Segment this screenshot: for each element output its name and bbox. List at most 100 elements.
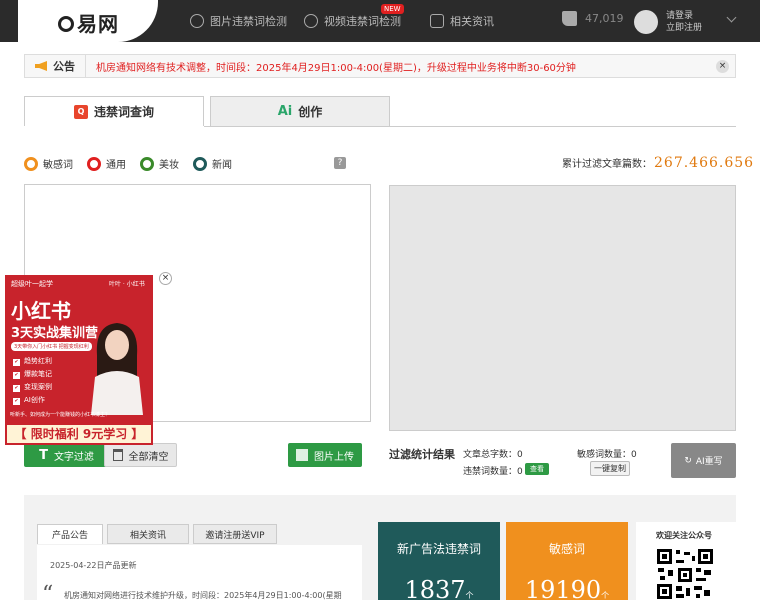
ad-feature: 变现案例 <box>13 383 52 391</box>
result-output <box>389 185 736 431</box>
total-value: 267.466.656 <box>654 155 755 171</box>
chevron-down-icon[interactable] <box>726 12 737 23</box>
floating-ad[interactable]: 超级叶一起学 叶叶 · 小红书 小红书 3天实战集训营 3天带你入门小红书 把握… <box>5 275 153 445</box>
close-icon[interactable]: × <box>716 60 729 73</box>
card-unit: 个 <box>465 591 474 600</box>
ad-brand: 超级叶一起学 <box>11 280 53 288</box>
category-radios: 敏感词 通用 美妆 新闻 <box>24 156 232 171</box>
notice-label: 公告 <box>53 60 75 73</box>
ai-rewrite-button[interactable]: ↻ AI重写 <box>671 443 736 478</box>
image-scan-icon <box>190 14 204 28</box>
nav-news[interactable]: 相关资讯 <box>430 13 494 29</box>
tab-label: 产品公告 <box>51 531 88 541</box>
new-badge: NEW <box>381 4 404 14</box>
radio-dot <box>140 156 154 171</box>
radio-label: 敏感词 <box>43 160 73 171</box>
tab-label: 创作 <box>298 105 323 119</box>
image-upload-button[interactable]: 图片上传 <box>288 443 362 467</box>
ad-brand-secondary: 叶叶 · 小红书 <box>109 281 145 288</box>
copy-all-button[interactable]: 一键复制 <box>590 461 630 476</box>
tab-label: 相关资讯 <box>129 530 166 541</box>
ad-feature: 趋势红利 <box>13 357 52 365</box>
divider <box>85 54 86 78</box>
refresh-icon: ↻ <box>684 455 692 466</box>
card-title: 敏感词 <box>548 542 585 556</box>
card-unit: 个 <box>601 591 610 600</box>
nav-label: 视频违禁词检测 <box>324 15 401 28</box>
ad-feature: AI创作 <box>13 396 45 404</box>
notice-message: 机房通知网络有技术调整，时间段：2025年4月29日1:00-4:00(星期二)… <box>96 62 576 74</box>
query-icon: Q <box>73 104 88 119</box>
avatar[interactable] <box>634 10 658 34</box>
view-button[interactable]: 查看 <box>525 463 549 475</box>
card-sensitive-words[interactable]: 敏感词 19190个 <box>506 522 628 604</box>
ad-person-image <box>91 323 143 415</box>
login-links: 请登录 立即注册 <box>666 10 702 34</box>
quote-icon: “ <box>42 582 54 607</box>
radio-dot <box>193 156 207 171</box>
nav-label: 相关资讯 <box>450 15 494 28</box>
tab-create[interactable]: Ai 创作 <box>210 96 390 126</box>
radio-sensitive[interactable]: 敏感词 <box>24 156 73 171</box>
ad-feature: 爆款笔记 <box>13 370 52 378</box>
help-icon[interactable]: ? <box>334 157 346 169</box>
qr-title: 欢迎关注公众号 <box>656 531 712 540</box>
thumbs-up-icon <box>562 11 577 26</box>
login-link[interactable]: 请登录 <box>666 10 702 22</box>
radio-dot <box>87 156 101 171</box>
button-label: 全部清空 <box>128 451 169 463</box>
radio-label: 美妆 <box>159 160 179 171</box>
news-icon <box>430 14 444 28</box>
like-counter[interactable]: 47,019 <box>562 11 624 26</box>
image-icon <box>296 449 308 461</box>
clear-all-button[interactable]: 全部清空 <box>104 443 177 467</box>
ai-icon: Ai <box>277 104 293 119</box>
ad-cta-button[interactable]: 【 限时福利 9元学习 】 <box>5 423 153 445</box>
nav-image-check[interactable]: 图片违禁词检测 <box>190 13 287 29</box>
tab-label: 邀请注册送VIP <box>205 530 265 541</box>
stat-sensitive-words: 敏感词数量：0 <box>577 450 637 460</box>
stat-banned-words: 违禁词数量：0 <box>463 467 523 477</box>
speaker-icon <box>35 61 47 71</box>
video-scan-icon <box>304 14 318 28</box>
news-text[interactable]: 机房通知对网络进行技术维护升级，时间段：2025年4月29日1:00-4:00(… <box>64 590 342 601</box>
text-filter-button[interactable]: T 文字过滤 <box>24 443 109 467</box>
tab-banned-word-query[interactable]: Q 违禁词查询 <box>24 96 204 126</box>
ad-close-icon[interactable]: × <box>159 272 172 285</box>
ad-banner: 3天带你入门小红书 把握变现红利 <box>11 342 92 351</box>
divider <box>204 126 736 127</box>
top-bar: 易网 图片违禁词检测 视频违禁词检测 NEW 相关资讯 47,019 请登录 立… <box>0 0 760 42</box>
text-icon: T <box>39 447 48 463</box>
logo[interactable]: 易网 <box>58 8 119 37</box>
qr-code-image <box>656 548 714 600</box>
tab-label: 违禁词查询 <box>93 105 154 119</box>
button-label: 文字过滤 <box>53 451 94 463</box>
radio-dot <box>24 156 38 171</box>
button-label: 图片上传 <box>314 451 354 463</box>
radio-general[interactable]: 通用 <box>87 156 126 171</box>
card-ad-law-words[interactable]: 新广告法违禁词 1837个 <box>378 522 500 604</box>
total-filtered: 累计过滤文章篇数： 267.466.656 <box>562 155 754 171</box>
register-link[interactable]: 立即注册 <box>666 22 702 34</box>
tab-product-notice[interactable]: 产品公告 <box>37 524 103 544</box>
trash-icon <box>112 449 123 461</box>
total-label: 累计过滤文章篇数： <box>562 159 652 170</box>
logo-area[interactable]: 易网 <box>0 0 158 42</box>
like-count: 47,019 <box>585 12 624 25</box>
stat-total-words: 文章总字数：0 <box>463 450 523 460</box>
logo-ring-icon <box>58 16 74 32</box>
radio-beauty[interactable]: 美妆 <box>140 156 179 171</box>
card-title: 新广告法违禁词 <box>396 542 481 556</box>
nav-video-check[interactable]: 视频违禁词检测 <box>304 13 401 29</box>
news-date[interactable]: 2025-04-22日产品更新 <box>50 560 137 571</box>
tab-related-news[interactable]: 相关资讯 <box>107 524 189 544</box>
radio-news[interactable]: 新闻 <box>193 156 232 171</box>
stats-title: 过滤统计结果 <box>389 448 455 461</box>
ad-feature-list: 趋势红利 爆款笔记 变现案例 AI创作 <box>13 355 52 407</box>
tab-invite-vip[interactable]: 邀请注册送VIP <box>193 524 277 544</box>
ad-title: 小红书 <box>11 299 71 323</box>
logo-text: 易网 <box>77 12 119 36</box>
ad-footer-text: 听新手、如何成为一个能赚钱的小红书博主？ <box>10 412 111 418</box>
nav-label: 图片违禁词检测 <box>210 15 287 28</box>
radio-label: 新闻 <box>212 160 232 171</box>
